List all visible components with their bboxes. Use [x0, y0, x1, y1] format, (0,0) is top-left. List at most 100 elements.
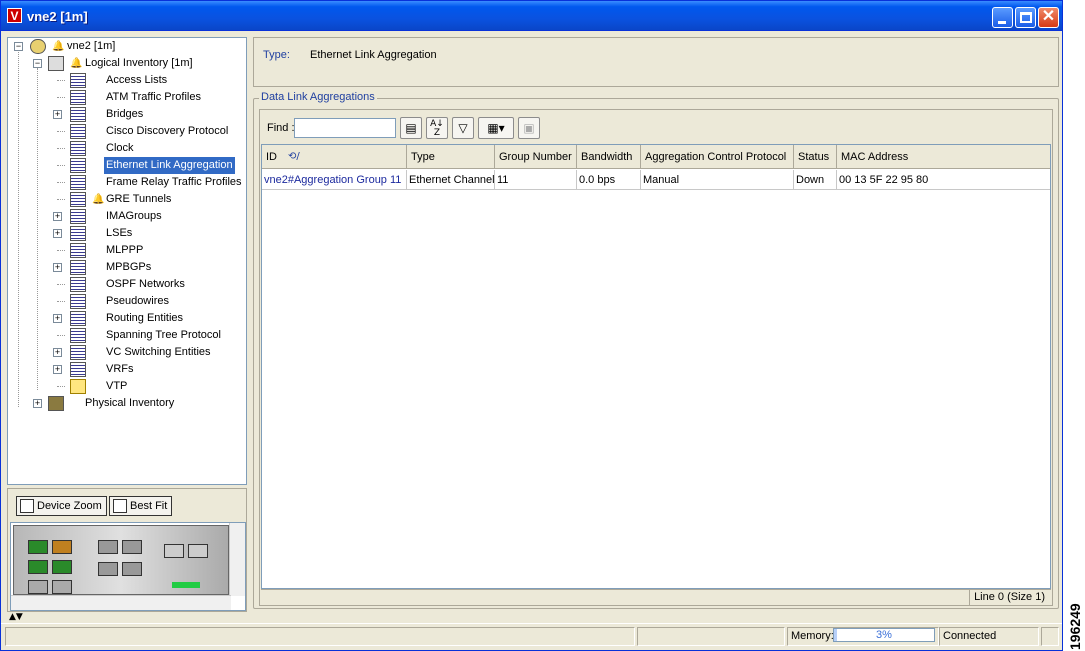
alarm-bell-icon: 🔔 — [92, 194, 105, 205]
tree-node-physical-inventory[interactable]: + Physical Inventory — [12, 395, 242, 412]
port-icon — [28, 560, 48, 574]
tree-node-logical-inventory[interactable]: − 🔔 Logical Inventory [1m] — [12, 55, 242, 72]
column-header[interactable]: Aggregation Control Protocol — [641, 145, 794, 169]
table-cell: Ethernet Channel — [407, 170, 495, 190]
close-button[interactable]: ✕ — [1038, 7, 1059, 28]
tree-item[interactable]: Access Lists — [12, 72, 244, 89]
table-cell: 00 13 5F 22 95 80 — [837, 170, 1050, 190]
vertical-scrollbar[interactable] — [229, 523, 245, 596]
tree-connector — [57, 80, 65, 81]
expand-icon[interactable]: + — [53, 314, 62, 323]
port-icon — [98, 540, 118, 554]
tree-node-root[interactable]: − 🔔 vne2 [1m] — [12, 38, 242, 55]
horizontal-scrollbar[interactable] — [11, 595, 231, 610]
tree-item[interactable]: + MPBGPs — [12, 259, 244, 276]
tree-item[interactable]: OSPF Networks — [12, 276, 244, 293]
split-arrows-icon[interactable]: ▲▼ — [9, 612, 23, 622]
column-header[interactable]: Bandwidth — [577, 145, 641, 169]
device-zoom-label: Device Zoom — [37, 500, 102, 512]
network-element-icon — [30, 39, 46, 54]
magnifier-icon — [20, 499, 34, 513]
tree-item[interactable]: Frame Relay Traffic Profiles — [12, 174, 244, 191]
column-header[interactable]: MAC Address — [837, 145, 1050, 169]
close-icon: ✕ — [1041, 8, 1056, 25]
find-label: Find : — [267, 122, 295, 134]
tree-item[interactable]: Spanning Tree Protocol — [12, 327, 244, 344]
best-fit-button[interactable]: Best Fit — [109, 496, 173, 516]
tree-node-label: Physical Inventory — [85, 397, 175, 409]
collapse-icon[interactable]: − — [33, 59, 42, 68]
export-button[interactable]: ▣ — [518, 117, 540, 139]
tree-item[interactable]: MLPPP — [12, 242, 244, 259]
tree-item-label: Cisco Discovery Protocol — [106, 125, 229, 137]
table-footer: Line 0 (Size 1) — [261, 589, 1051, 605]
sort-az-icon: A↓ Z — [430, 119, 444, 138]
tree-item[interactable]: + VRFs — [12, 361, 244, 378]
expand-icon[interactable]: + — [53, 212, 62, 221]
column-header[interactable]: Status — [794, 145, 837, 169]
tree-item[interactable]: Pseudowires — [12, 293, 244, 310]
collapse-icon[interactable]: − — [14, 42, 23, 51]
maximize-button[interactable] — [1015, 7, 1036, 28]
tree-item-label: Ethernet Link Aggregation — [104, 157, 235, 174]
tree-item[interactable]: + Bridges — [12, 106, 244, 123]
maximize-icon — [1020, 12, 1032, 23]
expand-icon[interactable]: + — [33, 399, 42, 408]
tree-item[interactable]: + IMAGroups — [12, 208, 244, 225]
line-status: Line 0 (Size 1) — [969, 590, 1049, 605]
device-zoom-button[interactable]: Device Zoom — [16, 496, 107, 516]
logical-inventory-icon — [48, 56, 64, 71]
tree-connector — [57, 97, 65, 98]
tree-item-label: MLPPP — [106, 244, 144, 256]
expand-icon[interactable]: + — [53, 348, 62, 357]
status-field — [1041, 627, 1059, 646]
tree-node-label: Logical Inventory [1m] — [85, 57, 193, 69]
tree-item-label: Clock — [106, 142, 134, 154]
table-icon — [70, 175, 86, 190]
save-table-button[interactable]: ▤ — [400, 117, 422, 139]
filter-button[interactable]: ▽ — [452, 117, 474, 139]
tree-connector — [57, 131, 65, 132]
tree-item[interactable]: 🔔 GRE Tunnels — [12, 191, 244, 208]
sort-button[interactable]: A↓ Z — [426, 117, 448, 139]
tree-item[interactable]: ATM Traffic Profiles — [12, 89, 244, 106]
envelope-icon — [70, 379, 86, 394]
aggregations-table[interactable]: ID Type Group Number Bandwidth Aggregation C… — [261, 144, 1051, 589]
tree-item[interactable]: + Routing Entities — [12, 310, 244, 327]
expand-icon[interactable]: + — [53, 229, 62, 238]
tree-item[interactable]: + LSEs — [12, 225, 244, 242]
tree-item[interactable]: Clock — [12, 140, 244, 157]
title-bar[interactable]: V vne2 [1m] ✕ — [1, 1, 1062, 31]
table-cell-id-link[interactable]: vne2#Aggregation Group 11 — [262, 170, 407, 190]
status-field — [637, 627, 785, 646]
column-header[interactable]: ID — [262, 145, 407, 169]
port-icon — [52, 580, 72, 594]
tree-item[interactable]: Ethernet Link Aggregation — [12, 157, 244, 174]
tree-connector — [57, 182, 65, 183]
export-icon: ▣ — [523, 121, 535, 135]
tree-item[interactable]: Cisco Discovery Protocol — [12, 123, 244, 140]
table-icon — [70, 158, 86, 173]
inventory-tree[interactable]: − 🔔 vne2 [1m] − 🔔 Logical Inventory [1m]… — [7, 37, 247, 485]
table-icon — [70, 124, 86, 139]
table-icon — [70, 226, 86, 241]
port-icon — [52, 540, 72, 554]
columns-dropdown-icon: ▦▾ — [487, 121, 505, 135]
minimize-button[interactable] — [992, 7, 1013, 28]
columns-button[interactable]: ▦▾ — [478, 117, 514, 139]
device-thumbnail[interactable] — [10, 522, 246, 611]
expand-icon[interactable]: + — [53, 263, 62, 272]
tree-item[interactable]: VTP — [12, 378, 244, 395]
table-icon — [70, 73, 86, 88]
column-header[interactable]: Type — [407, 145, 495, 169]
column-header[interactable]: Group Number — [495, 145, 577, 169]
tree-connector — [57, 148, 65, 149]
tree-item-label: MPBGPs — [106, 261, 152, 273]
filter-icon: ▽ — [458, 121, 468, 135]
find-input[interactable] — [294, 118, 396, 138]
table-icon — [70, 260, 86, 275]
connection-label: Connected — [943, 630, 997, 642]
expand-icon[interactable]: + — [53, 110, 62, 119]
expand-icon[interactable]: + — [53, 365, 62, 374]
tree-item[interactable]: + VC Switching Entities — [12, 344, 244, 361]
